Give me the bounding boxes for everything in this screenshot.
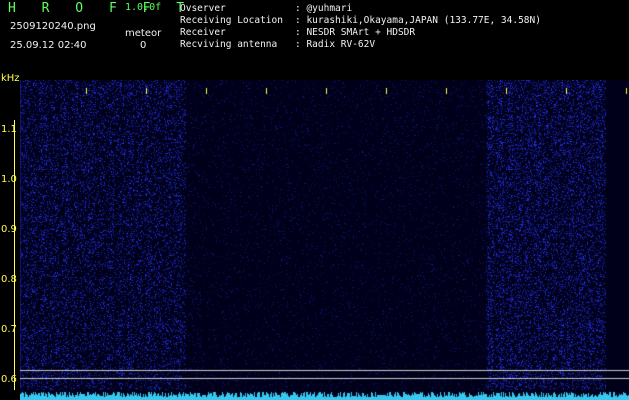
meteor-label: meteor (125, 28, 162, 39)
info-row-observer: Ovserver (180, 4, 226, 14)
info-label: Recviving antenna (180, 39, 278, 50)
meteor-count: 0 (140, 40, 147, 51)
info-row-antenna: Recviving antenna (180, 40, 277, 50)
y-axis-line (14, 120, 16, 390)
app-version: 1.0.0f (125, 2, 162, 13)
info-value: NESDR SMArt + HDSDR (306, 27, 416, 38)
info-value-location: : kurashiki,Okayama,JAPAN (133.77E, 34.5… (295, 15, 541, 26)
info-row-receiver: Receiver (180, 28, 226, 38)
info-value-antenna: : Radix RV-62V (295, 39, 376, 50)
info-label: Ovserver (180, 3, 226, 14)
info-value: @yuhmari (306, 3, 353, 14)
app-brand: H R O F F T (8, 1, 194, 16)
y-axis-rule (14, 120, 15, 390)
info-value: kurashiki,Okayama,JAPAN (133.77E, 34.58N… (306, 15, 541, 26)
info-row-location: Receiving Location (180, 16, 283, 26)
spectrogram-canvas (20, 80, 629, 400)
info-label: Receiving Location (180, 15, 283, 26)
y-axis-ticks (14, 120, 15, 390)
y-axis-unit-label: kHz (1, 73, 20, 84)
info-label: Receiver (180, 27, 226, 38)
info-value-receiver: : NESDR SMArt + HDSDR (295, 27, 416, 38)
info-value-observer: : @yuhmari (295, 3, 353, 14)
info-value: Radix RV-62V (306, 39, 376, 50)
capture-datetime: 25.09.12 02:40 (10, 40, 87, 51)
image-filename: 2509120240.png (10, 21, 96, 32)
